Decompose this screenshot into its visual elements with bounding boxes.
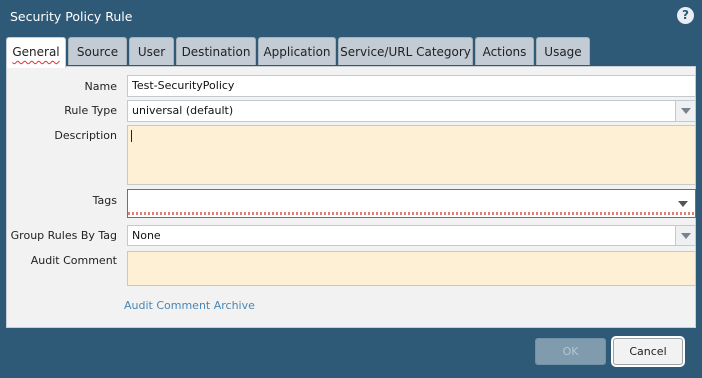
- ok-button[interactable]: OK: [535, 338, 606, 365]
- group-rules-dropdown-button[interactable]: [675, 226, 695, 245]
- tab-usage[interactable]: Usage: [536, 37, 590, 65]
- tab-usage-label: Usage: [544, 45, 582, 59]
- name-value: Test-SecurityPolicy: [132, 79, 235, 92]
- audit-comment-textarea[interactable]: [127, 251, 696, 286]
- rule-type-select[interactable]: universal (default): [127, 100, 696, 122]
- tab-application[interactable]: Application: [258, 37, 336, 65]
- tags-input[interactable]: [127, 189, 696, 218]
- dialog-titlebar: Security Policy Rule ?: [0, 0, 702, 34]
- rule-type-dropdown-button[interactable]: [675, 101, 695, 121]
- tab-source-label: Source: [76, 45, 119, 59]
- name-label: Name: [84, 80, 117, 93]
- tab-user[interactable]: User: [129, 37, 174, 65]
- chevron-down-icon[interactable]: [678, 201, 688, 207]
- tab-destination[interactable]: Destination: [176, 37, 256, 65]
- group-rules-by-tag-value: None: [132, 229, 161, 242]
- audit-comment-label: Audit Comment: [30, 254, 117, 267]
- tab-service-url-category-label: Service/URL Category: [340, 45, 471, 59]
- general-panel: Name Test-SecurityPolicy Rule Type unive…: [6, 66, 696, 328]
- tab-user-label: User: [137, 45, 166, 59]
- tab-actions-label: Actions: [482, 45, 527, 59]
- group-rules-by-tag-label: Group Rules By Tag: [10, 229, 117, 242]
- tab-destination-label: Destination: [181, 45, 251, 59]
- cancel-button[interactable]: Cancel: [613, 338, 683, 365]
- rule-type-label: Rule Type: [64, 104, 117, 117]
- help-icon[interactable]: ?: [677, 7, 694, 24]
- validation-error-underline: [128, 212, 695, 215]
- tags-label: Tags: [92, 194, 117, 207]
- tab-service-url-category[interactable]: Service/URL Category: [338, 37, 473, 65]
- tab-general-label: General: [12, 45, 60, 59]
- audit-comment-archive-link[interactable]: Audit Comment Archive: [124, 299, 255, 312]
- dialog-title: Security Policy Rule: [10, 9, 133, 24]
- description-textarea[interactable]: [127, 125, 696, 185]
- chevron-down-icon: [681, 233, 691, 239]
- description-label: Description: [54, 129, 117, 142]
- text-cursor: [131, 130, 132, 142]
- tab-general[interactable]: General: [6, 37, 66, 68]
- rule-type-value: universal (default): [132, 104, 234, 117]
- tab-actions[interactable]: Actions: [475, 37, 534, 65]
- name-input[interactable]: Test-SecurityPolicy: [127, 75, 696, 97]
- group-rules-by-tag-select[interactable]: None: [127, 225, 696, 246]
- tab-application-label: Application: [263, 45, 331, 59]
- chevron-down-icon: [681, 108, 691, 114]
- tab-source[interactable]: Source: [68, 37, 127, 65]
